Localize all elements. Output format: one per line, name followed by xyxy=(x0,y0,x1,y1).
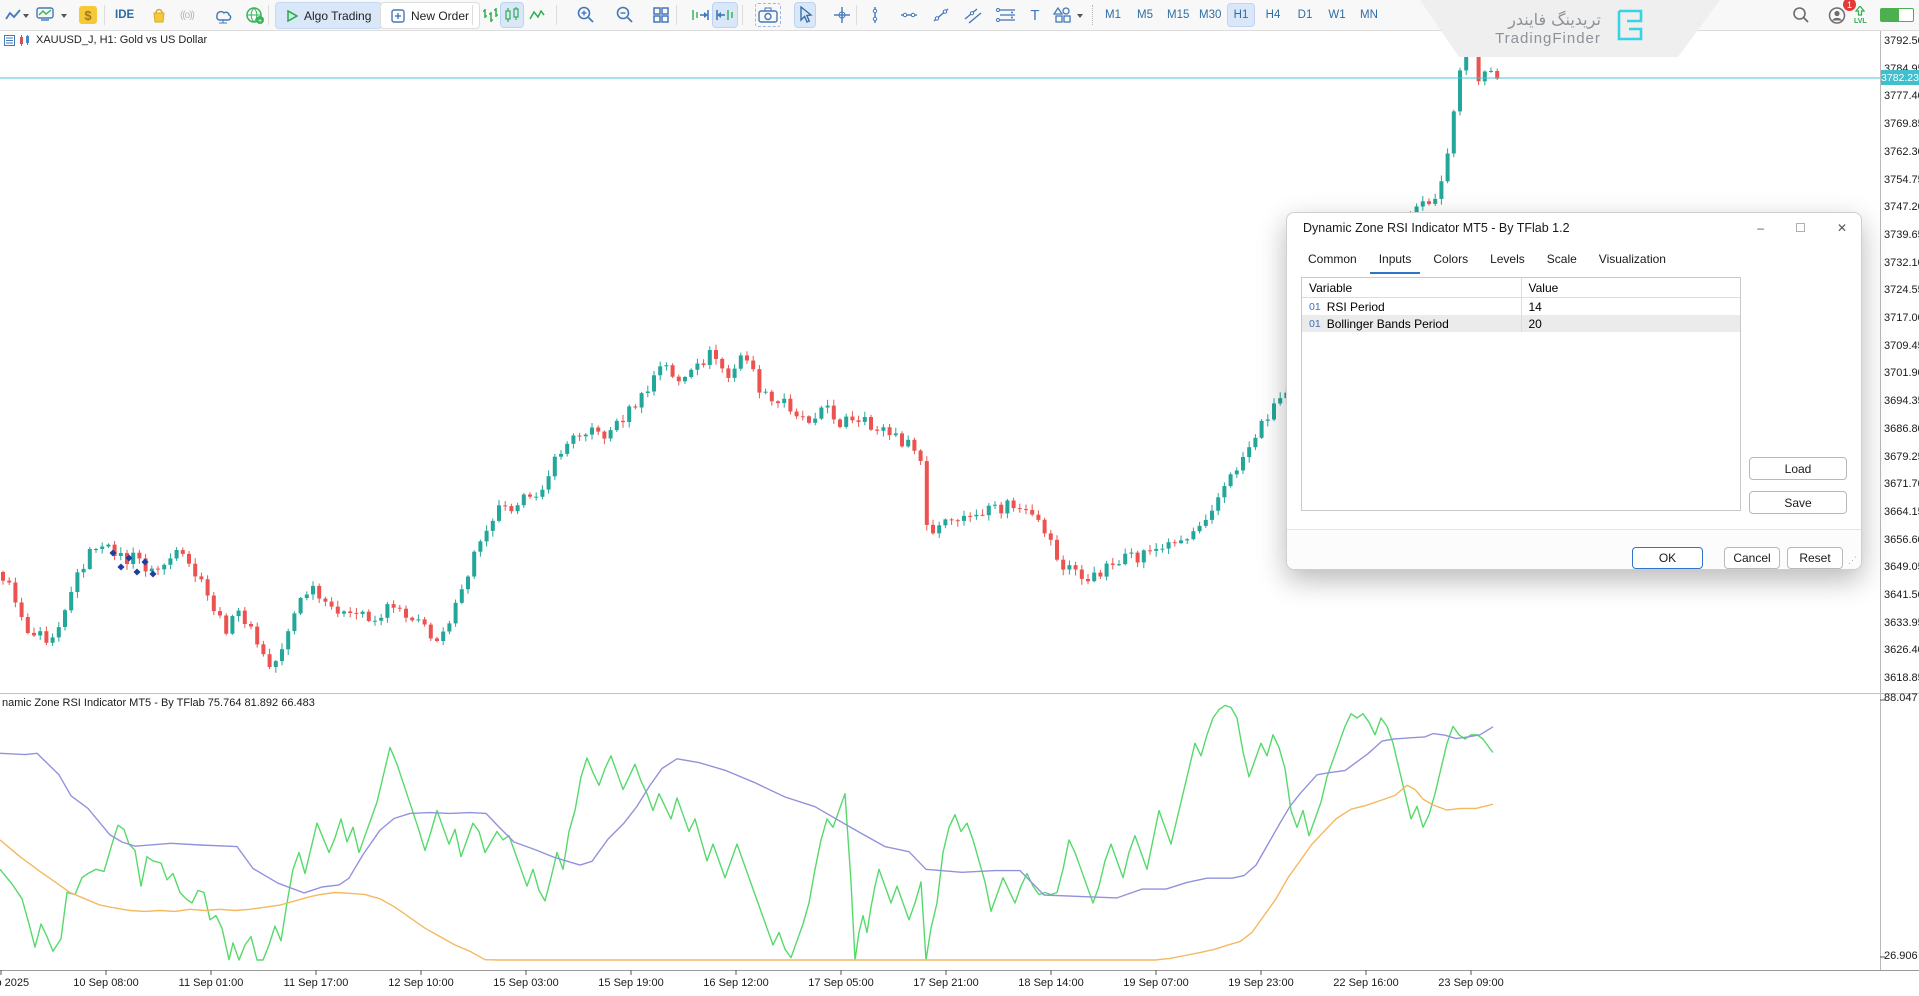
trendline-icon[interactable] xyxy=(930,3,952,27)
timeframe-h1[interactable]: H1 xyxy=(1228,4,1254,26)
new-order-button[interactable]: New Order xyxy=(381,3,479,28)
timeframe-m15[interactable]: M15 xyxy=(1164,4,1192,26)
chart-symbol-title: XAUUSD_J, H1: Gold vs US Dollar xyxy=(36,34,207,46)
reset-button[interactable]: Reset xyxy=(1787,547,1843,569)
svg-text:$: $ xyxy=(84,8,92,23)
bars-chart-icon[interactable] xyxy=(479,3,501,27)
table-row[interactable]: 01 RSI Period 14 xyxy=(1302,298,1740,315)
tab-inputs[interactable]: Inputs xyxy=(1370,249,1421,274)
brand-name-farsi: تریدینگ فایندر xyxy=(1495,10,1601,30)
dialog-tabs: CommonInputsColorsLevelsScaleVisualizati… xyxy=(1299,249,1675,274)
tab-colors[interactable]: Colors xyxy=(1424,249,1477,274)
timeframe-m30[interactable]: M30 xyxy=(1196,4,1224,26)
svg-text:T: T xyxy=(1030,7,1039,23)
algo-trading-button[interactable]: Algo Trading xyxy=(276,3,381,28)
chart-type-dropdown-icon[interactable] xyxy=(20,3,32,27)
chart-profile-icon[interactable] xyxy=(33,3,57,27)
ide-button[interactable]: IDE xyxy=(113,3,136,27)
timeframe-mn[interactable]: MN xyxy=(1356,4,1382,26)
tradingfinder-logo-icon xyxy=(1611,9,1645,49)
text-tool-icon[interactable]: T xyxy=(1025,3,1045,27)
variable-name: Bollinger Bands Period xyxy=(1327,317,1449,331)
timeframe-h4[interactable]: H4 xyxy=(1260,4,1286,26)
profile-icon[interactable]: 1 xyxy=(1826,3,1849,27)
dialog-footer: OK Cancel Reset ⋰ xyxy=(1287,529,1861,569)
ok-button[interactable]: OK xyxy=(1632,547,1703,569)
timeframe-m5[interactable]: M5 xyxy=(1132,4,1158,26)
signals-icon[interactable]: ((o)) xyxy=(178,3,196,27)
line-chart-icon[interactable] xyxy=(526,3,548,27)
search-icon[interactable] xyxy=(1790,3,1812,27)
timeframe-w1[interactable]: W1 xyxy=(1324,4,1350,26)
zoom-in-icon[interactable] xyxy=(574,3,598,27)
svg-text:+: + xyxy=(258,18,262,25)
resize-grip[interactable]: ⋰ xyxy=(1848,555,1857,566)
market-bag-icon[interactable] xyxy=(148,3,170,27)
battery-icon xyxy=(1880,8,1914,22)
dollar-icon[interactable]: $ xyxy=(76,3,100,27)
horizontal-line-icon[interactable] xyxy=(898,3,920,27)
dialog-titlebar[interactable]: Dynamic Zone RSI Indicator MT5 - By TFla… xyxy=(1287,213,1861,243)
load-button[interactable]: Load xyxy=(1749,457,1847,480)
column-header-variable[interactable]: Variable xyxy=(1302,278,1522,297)
tab-levels[interactable]: Levels xyxy=(1481,249,1534,274)
screenshot-icon[interactable] xyxy=(755,3,781,27)
minimize-icon[interactable]: – xyxy=(1757,221,1764,235)
chart-profile-dropdown-icon[interactable] xyxy=(58,3,70,27)
close-icon[interactable]: ✕ xyxy=(1837,221,1847,235)
candles-chart-icon[interactable] xyxy=(501,3,523,27)
chart-candles-mini-icon[interactable] xyxy=(19,35,32,46)
crosshair-icon[interactable] xyxy=(831,3,853,27)
variable-value[interactable]: 14 xyxy=(1522,300,1741,314)
new-order-icon xyxy=(391,9,405,23)
chart-list-icon[interactable] xyxy=(4,35,15,46)
tab-visualization[interactable]: Visualization xyxy=(1590,249,1675,274)
table-row[interactable]: 01 Bollinger Bands Period 20 xyxy=(1302,315,1740,332)
brand-name-english: TradingFinder xyxy=(1495,30,1601,48)
maximize-icon[interactable] xyxy=(1796,221,1805,235)
cancel-button[interactable]: Cancel xyxy=(1724,547,1780,569)
variable-value[interactable]: 20 xyxy=(1522,317,1741,331)
indicator-settings-dialog: Dynamic Zone RSI Indicator MT5 - By TFla… xyxy=(1286,212,1862,570)
chart-window-header: XAUUSD_J, H1: Gold vs US Dollar xyxy=(4,33,207,47)
shift-end-icon[interactable] xyxy=(688,3,712,27)
fibo-icon[interactable] xyxy=(994,3,1018,27)
shapes-dropdown-icon[interactable] xyxy=(1074,3,1086,27)
tile-windows-icon[interactable] xyxy=(650,3,672,27)
save-button[interactable]: Save xyxy=(1749,491,1847,514)
vertical-line-icon[interactable] xyxy=(866,3,884,27)
tab-common[interactable]: Common xyxy=(1299,249,1366,274)
tab-scale[interactable]: Scale xyxy=(1538,249,1586,274)
tradingfinder-watermark: تریدینگ فایندر TradingFinder xyxy=(1420,0,1720,57)
dialog-title: Dynamic Zone RSI Indicator MT5 - By TFla… xyxy=(1303,221,1570,235)
timeframe-m1[interactable]: M1 xyxy=(1100,4,1126,26)
variable-name: RSI Period xyxy=(1327,300,1385,314)
numeric-type-icon: 01 xyxy=(1309,301,1321,313)
column-header-value[interactable]: Value xyxy=(1522,281,1741,295)
level-icon[interactable]: LVL xyxy=(1852,3,1869,27)
auto-scroll-icon[interactable] xyxy=(713,3,737,27)
channel-icon[interactable] xyxy=(962,3,984,27)
inputs-table[interactable]: VariableValue 01 RSI Period 14 01 Bollinger B… xyxy=(1301,277,1741,511)
cloud-icon[interactable] xyxy=(210,3,236,27)
timeframe-d1[interactable]: D1 xyxy=(1292,4,1318,26)
numeric-type-icon: 01 xyxy=(1309,318,1321,330)
shapes-icon[interactable] xyxy=(1050,3,1074,27)
play-icon xyxy=(286,10,298,22)
cursor-icon[interactable] xyxy=(795,3,815,27)
zoom-out-icon[interactable] xyxy=(613,3,637,27)
community-icon[interactable]: + xyxy=(243,3,267,27)
